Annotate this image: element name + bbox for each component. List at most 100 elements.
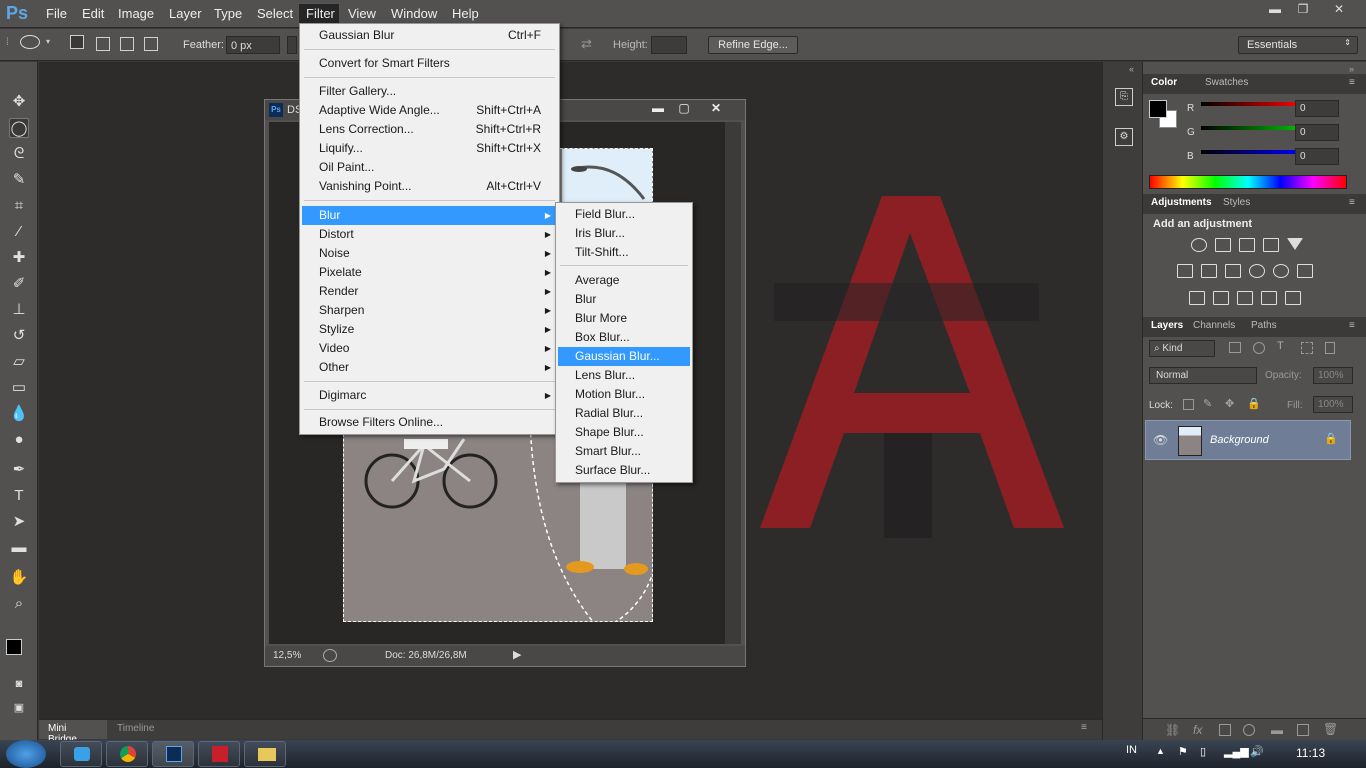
submenu-item-surface-blur[interactable]: Surface Blur... [558, 461, 690, 480]
submenu-item-field-blur[interactable]: Field Blur... [558, 205, 690, 224]
panel-menu-icon[interactable]: ≡ [1081, 722, 1087, 733]
red-slider[interactable] [1201, 102, 1301, 106]
menu-item-adaptive-wide-angle[interactable]: Adaptive Wide Angle... Shift+Ctrl+A [302, 101, 557, 120]
lock-transparent-icon[interactable] [1183, 399, 1194, 410]
lock-position-icon[interactable]: ✥ [1225, 397, 1234, 410]
new-selection-icon[interactable] [70, 35, 84, 49]
submenu-item-average[interactable]: Average [558, 271, 690, 290]
menu-edit[interactable]: Edit [82, 6, 104, 21]
menu-file[interactable]: File [46, 6, 67, 21]
panel-menu-icon[interactable]: ≡ [1349, 77, 1355, 88]
menu-view[interactable]: View [348, 6, 376, 21]
action-center-flag-icon[interactable]: ⚑ [1178, 745, 1188, 758]
new-adjustment-layer-icon[interactable] [1243, 724, 1255, 736]
menu-item-video[interactable]: Video ▶ [302, 339, 557, 358]
menu-item-other[interactable]: Other ▶ [302, 358, 557, 377]
tray-expand-icon[interactable]: ▲ [1156, 746, 1165, 756]
clone-stamp-tool-icon[interactable]: ⊥ [9, 300, 29, 320]
crop-tool-icon[interactable]: ⌗ [9, 196, 29, 216]
hue-saturation-icon[interactable] [1177, 264, 1193, 278]
chrome-app-icon[interactable] [106, 741, 148, 767]
menu-window[interactable]: Window [391, 6, 437, 21]
menu-select[interactable]: Select [257, 6, 293, 21]
move-tool-icon[interactable]: ✥ [9, 92, 29, 112]
menu-item-digimarc[interactable]: Digimarc ▶ [302, 386, 557, 405]
rectangle-tool-icon[interactable]: ▬ [9, 538, 29, 558]
color-fg-swatch[interactable] [1149, 100, 1167, 118]
height-input[interactable] [651, 36, 687, 54]
quick-mask-icon[interactable]: ◙ [9, 674, 29, 694]
visibility-eye-icon[interactable]: 👁 [1153, 433, 1168, 447]
add-mask-icon[interactable] [1219, 724, 1231, 736]
layer-style-icon[interactable]: fx [1193, 723, 1202, 737]
start-button[interactable] [6, 740, 46, 768]
brush-tool-icon[interactable]: ✐ [9, 274, 29, 294]
menu-item-noise[interactable]: Noise ▶ [302, 244, 557, 263]
history-brush-tool-icon[interactable]: ↺ [9, 326, 29, 346]
photoshop-app-icon[interactable] [152, 741, 194, 767]
black-white-icon[interactable] [1225, 264, 1241, 278]
menu-item-render[interactable]: Render ▶ [302, 282, 557, 301]
menu-filter[interactable]: Filter [306, 6, 335, 21]
exposure-icon[interactable] [1263, 238, 1279, 252]
new-group-icon[interactable]: ▬ [1271, 723, 1283, 737]
eyedropper-tool-icon[interactable]: ⁄ [9, 222, 29, 242]
posterize-icon[interactable] [1213, 291, 1229, 305]
filter-adjustment-icon[interactable] [1253, 342, 1265, 354]
panel-menu-icon[interactable]: ≡ [1349, 320, 1355, 331]
refine-edge-button[interactable]: Refine Edge... [708, 36, 798, 54]
elliptical-marquee-tool-icon[interactable]: ◯ [9, 118, 29, 138]
hand-tool-icon[interactable]: ✋ [9, 568, 29, 588]
collapse-icon[interactable]: « [1129, 64, 1134, 74]
color-balance-icon[interactable] [1201, 264, 1217, 278]
tab-adjustments[interactable]: Adjustments [1151, 197, 1212, 208]
menu-item-lens-correction[interactable]: Lens Correction... Shift+Ctrl+R [302, 120, 557, 139]
menu-type[interactable]: Type [214, 6, 242, 21]
twitter-app-icon[interactable] [60, 741, 102, 767]
menu-item-distort[interactable]: Distort ▶ [302, 225, 557, 244]
gradient-map-icon[interactable] [1285, 291, 1301, 305]
menu-item-liquify[interactable]: Liquify... Shift+Ctrl+X [302, 139, 557, 158]
layer-name[interactable]: Background [1210, 434, 1269, 446]
color-lookup-icon[interactable] [1297, 264, 1313, 278]
blue-slider[interactable] [1201, 150, 1301, 154]
menu-help[interactable]: Help [452, 6, 479, 21]
language-indicator[interactable]: IN [1126, 744, 1137, 756]
path-selection-tool-icon[interactable]: ➤ [9, 512, 29, 532]
properties-panel-icon[interactable]: ⚙ [1115, 128, 1133, 146]
menu-item-sharpen[interactable]: Sharpen ▶ [302, 301, 557, 320]
app-close-button[interactable]: ✕ [1326, 2, 1352, 20]
menu-item-pixelate[interactable]: Pixelate ▶ [302, 263, 557, 282]
opacity-input[interactable]: 100% [1313, 367, 1353, 384]
photo-filter-icon[interactable] [1249, 264, 1265, 278]
menu-image[interactable]: Image [118, 6, 154, 21]
threshold-icon[interactable] [1237, 291, 1253, 305]
submenu-item-smart-blur[interactable]: Smart Blur... [558, 442, 690, 461]
filter-shape-icon[interactable] [1301, 342, 1313, 354]
tab-mini-bridge[interactable]: Mini Bridge [39, 720, 107, 745]
doc-restore-button[interactable]: ▢ [671, 101, 697, 117]
menu-item-vanishing-point[interactable]: Vanishing Point... Alt+Ctrl+V [302, 177, 557, 196]
doc-minimize-button[interactable]: ▬ [645, 101, 671, 117]
layer-kind-filter[interactable]: ⌕ Kind [1149, 340, 1215, 357]
add-selection-icon[interactable] [96, 37, 110, 51]
tab-paths[interactable]: Paths [1251, 320, 1277, 331]
volume-icon[interactable]: 🔊 [1250, 745, 1264, 758]
red-value[interactable]: 0 [1295, 100, 1339, 117]
submenu-item-blur[interactable]: Blur [558, 290, 690, 309]
curves-icon[interactable] [1239, 238, 1255, 252]
filter-smart-object-icon[interactable] [1325, 342, 1335, 354]
document-scrollbar[interactable] [725, 122, 741, 644]
foreground-color-swatch[interactable] [6, 639, 22, 655]
new-layer-icon[interactable] [1297, 724, 1309, 736]
menu-item-blur[interactable]: Blur ▶ [302, 206, 557, 225]
antialias-checkbox[interactable] [287, 36, 297, 54]
submenu-item-box-blur[interactable]: Box Blur... [558, 328, 690, 347]
type-tool-icon[interactable]: T [9, 486, 29, 506]
color-spectrum-ramp[interactable] [1149, 175, 1347, 189]
collapse-panels-icon[interactable]: » [1349, 64, 1354, 74]
submenu-item-blur-more[interactable]: Blur More [558, 309, 690, 328]
lasso-tool-icon[interactable]: ᘓ [9, 144, 29, 164]
app-minimize-button[interactable]: ▬ [1262, 2, 1288, 20]
app-restore-button[interactable]: ❐ [1290, 2, 1316, 20]
